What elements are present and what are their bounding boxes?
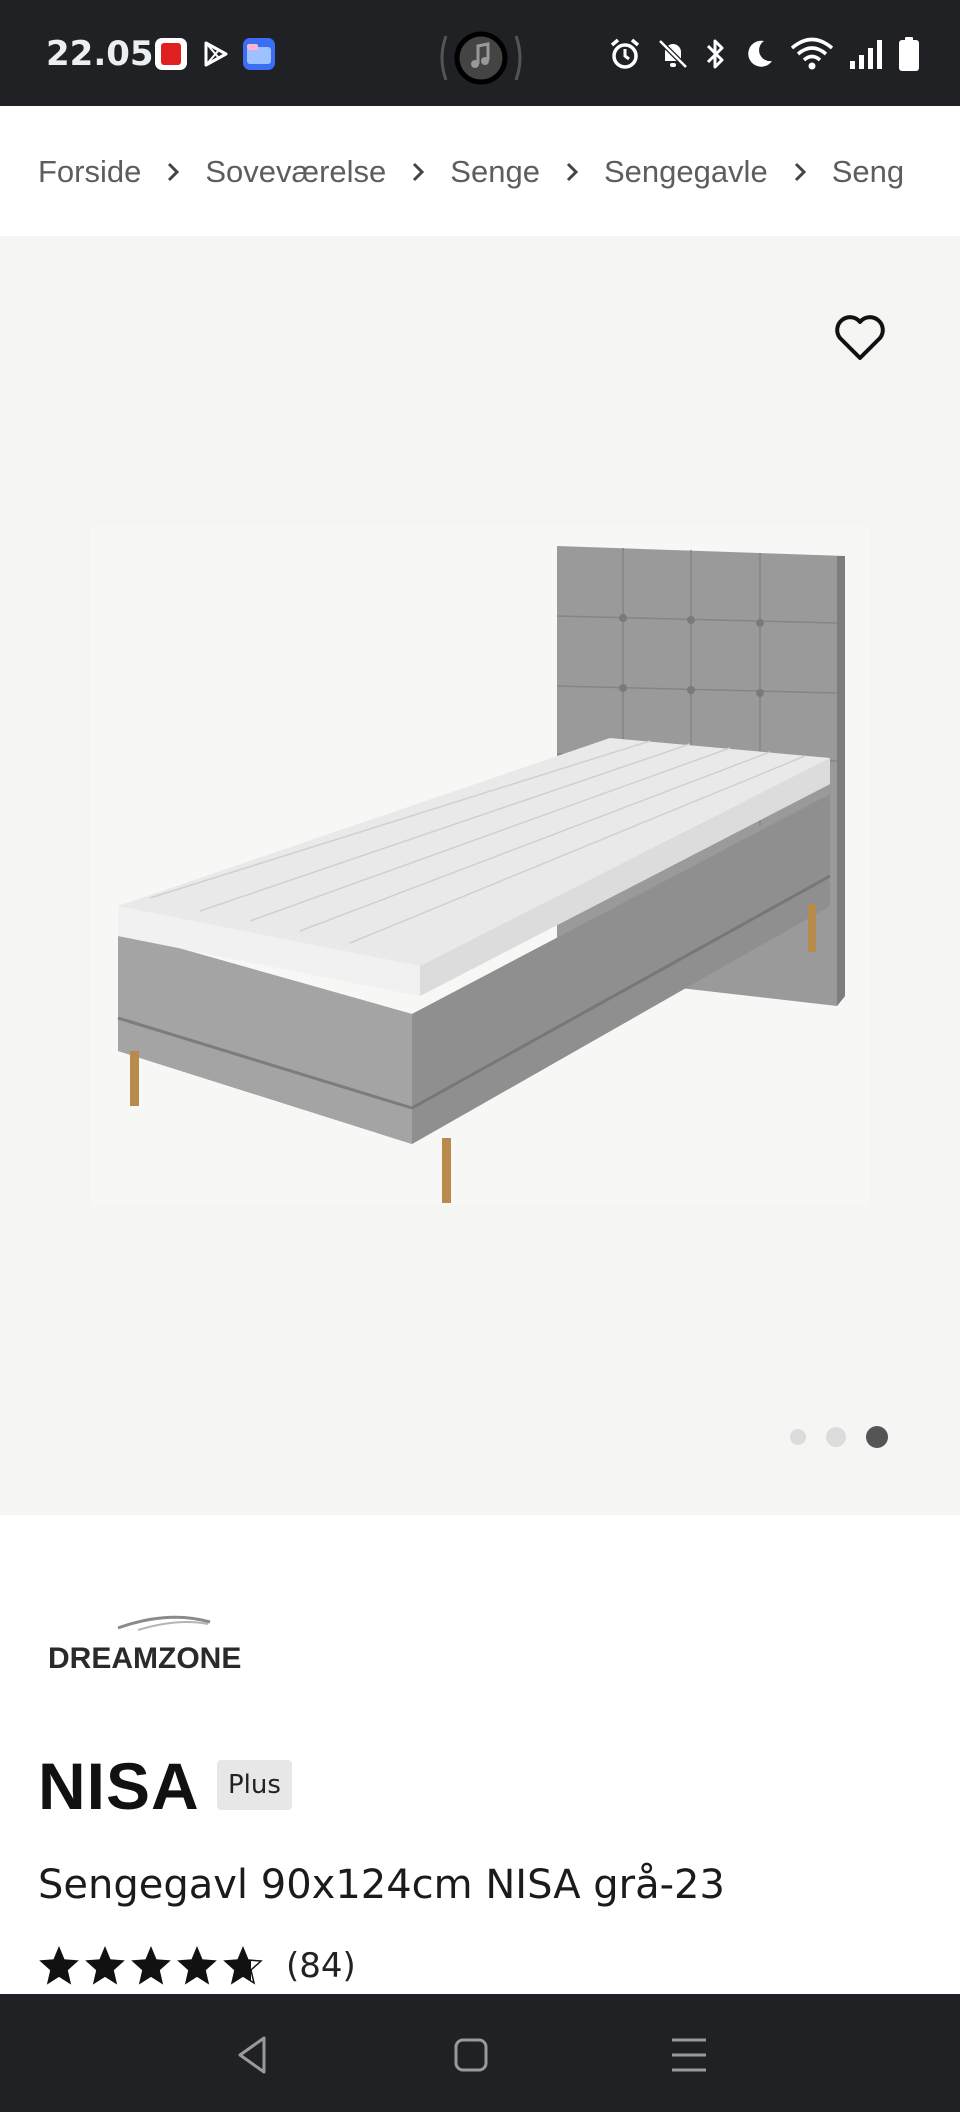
signal-icon — [850, 40, 882, 69]
product-title: NISA — [38, 1749, 200, 1823]
brand-logo[interactable]: DREAMZONE — [48, 1610, 288, 1680]
files-app-icon — [243, 38, 275, 70]
product-image-bed — [90, 526, 870, 1206]
breadcrumb-item-senge[interactable]: Senge — [450, 154, 540, 190]
breadcrumb-item-forside[interactable]: Forside — [38, 154, 141, 190]
music-note-icon — [436, 30, 526, 86]
back-button[interactable] — [228, 2030, 278, 2080]
home-square-icon — [454, 2038, 488, 2072]
star-icon — [39, 1946, 79, 1985]
star-icon — [131, 1946, 171, 1985]
status-time: 22.05 — [46, 34, 154, 74]
star-icon — [177, 1946, 217, 1985]
chevron-right-icon — [386, 161, 450, 183]
gallery-pagination — [790, 1426, 888, 1448]
rating-stars — [38, 1946, 264, 1986]
back-triangle-icon — [238, 2036, 266, 2074]
system-icons — [608, 36, 920, 72]
star-icon — [85, 1946, 125, 1985]
home-button[interactable] — [446, 2030, 496, 2080]
favorite-button[interactable] — [830, 308, 890, 368]
pdf-app-icon — [155, 38, 187, 70]
play-store-icon — [199, 38, 231, 70]
brand-name: DREAMZONE — [48, 1642, 241, 1675]
system-navigation-bar — [0, 1994, 960, 2112]
star-icon — [223, 1946, 263, 1985]
gallery-dot-3[interactable] — [866, 1426, 888, 1448]
product-image-gallery[interactable] — [0, 236, 960, 1515]
status-bar: 22.05 — [0, 0, 960, 106]
notifications-muted-icon — [658, 39, 688, 69]
bluetooth-icon — [706, 39, 724, 69]
menu-lines-icon — [672, 2038, 706, 2072]
chevron-right-icon — [540, 161, 604, 183]
notification-icons — [155, 38, 275, 70]
plus-badge: Plus — [217, 1760, 292, 1810]
battery-icon — [899, 37, 919, 71]
chevron-right-icon — [768, 161, 832, 183]
alarm-icon — [610, 38, 640, 69]
breadcrumb-item-sovevaerelse[interactable]: Soveværelse — [205, 154, 386, 190]
gallery-dot-1[interactable] — [790, 1429, 806, 1445]
gallery-dot-2[interactable] — [826, 1427, 846, 1447]
product-subtitle: Sengegavl 90x124cm NISA grå-23 — [38, 1862, 725, 1908]
chevron-right-icon — [141, 161, 205, 183]
product-rating[interactable]: (84) — [38, 1946, 356, 1986]
review-count: (84) — [286, 1946, 356, 1986]
breadcrumb-item-seng[interactable]: Seng — [832, 154, 904, 190]
breadcrumb-item-sengegavle[interactable]: Sengegavle — [604, 154, 768, 190]
heart-icon — [835, 315, 885, 360]
recent-apps-button[interactable] — [664, 2030, 714, 2080]
breadcrumb: Forside Soveværelse Senge Sengegavle Sen… — [0, 106, 960, 236]
do-not-disturb-moon-icon — [748, 40, 772, 67]
wifi-icon — [790, 37, 834, 70]
